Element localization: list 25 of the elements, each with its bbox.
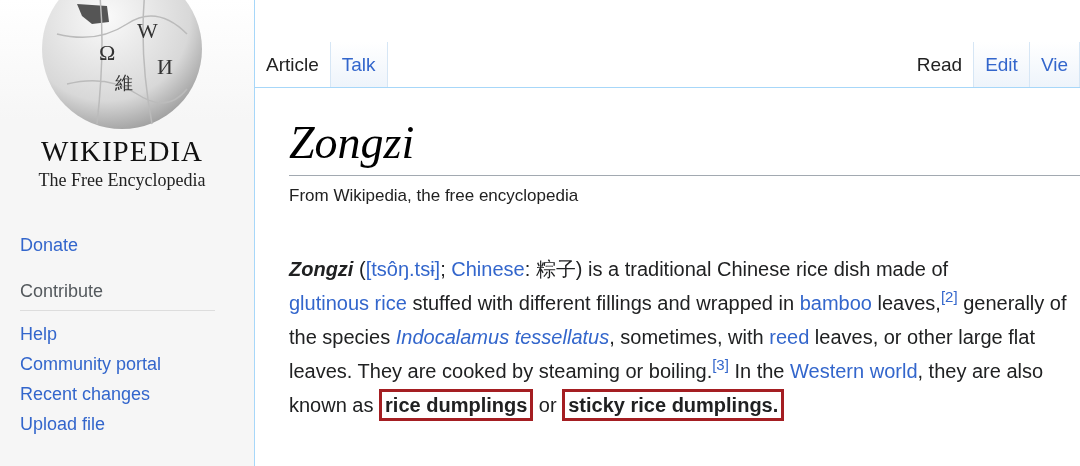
page-tab[interactable]: Vie (1029, 42, 1080, 87)
reference-link[interactable]: [2] (940, 288, 958, 306)
article-subtitle: From Wikipedia, the free encyclopedia (289, 186, 580, 206)
page-tab[interactable]: Edit (974, 42, 1030, 87)
wordmark: WIKIPEDIA (41, 137, 203, 166)
article-title: Zongzi (289, 116, 1080, 176)
sidebar-heading: Contribute (20, 276, 215, 311)
article-link[interactable]: reed (769, 326, 810, 348)
sidebar-link[interactable]: Upload file (20, 409, 254, 439)
sidebar-link[interactable]: Help (20, 319, 254, 349)
page-tab[interactable]: Talk (330, 42, 388, 87)
reference-link[interactable]: [3] (712, 356, 729, 374)
sidebar-link[interactable]: Community portal (20, 349, 254, 379)
tagline: The Free Encyclopedia (38, 170, 206, 191)
article-link[interactable]: Indocalamus tessellatus (395, 326, 610, 348)
highlighted-term: rice dumplings (379, 389, 534, 421)
sidebar-link[interactable]: Donate (20, 230, 254, 260)
article-link[interactable]: Western world (790, 360, 918, 382)
article-paragraph: Zongzi ([tsôŋ.tsɨ]; Chinese: 粽子) is a traditional Chinese rice dish made of glutinous rice stuffed with different fillings and wrapped in bamboo leaves,$^{[2]}$ generally of the species Indocalamus tessellatus, sometimes, with reed leaves, or other large flat leaves. They are cooked by steaming or boiling.$^{[3]}$ In the Western world, they are also known as rice dumplings or sticky rice dumplings. (289, 252, 1070, 422)
highlighted-term: sticky rice dumplings. (562, 389, 785, 421)
article-link[interactable]: bamboo (799, 292, 872, 314)
article-link[interactable]: glutinous rice (289, 292, 407, 314)
article-link[interactable]: Chinese (451, 258, 525, 280)
article-link[interactable]: [tsôŋ.tsɨ] (365, 258, 441, 280)
sidebar-link[interactable]: Recent changes (20, 379, 254, 409)
